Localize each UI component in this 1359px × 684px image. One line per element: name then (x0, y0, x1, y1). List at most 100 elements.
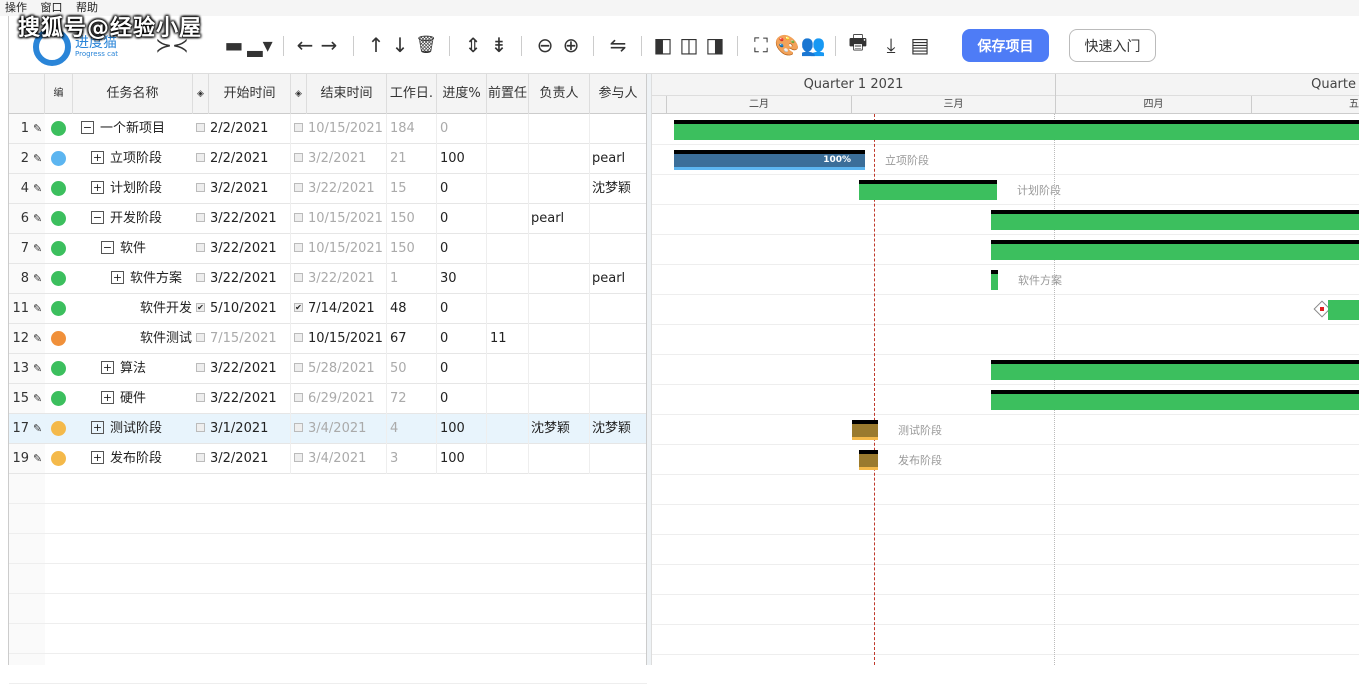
end-lock-checkbox[interactable] (294, 393, 303, 402)
end-date-cell[interactable]: 10/15/2021 (294, 204, 387, 234)
collapse-rows-icon[interactable]: ⇟ (487, 32, 511, 58)
header-owner[interactable]: 负责人 (529, 74, 590, 114)
start-date-cell[interactable]: 3/22/2021 (196, 204, 291, 234)
end-lock-checkbox[interactable] (294, 363, 303, 372)
edit-pencil-icon[interactable]: ✎ (33, 122, 42, 135)
work-days[interactable]: 184 (390, 114, 437, 144)
end-date-cell[interactable]: 3/22/2021 (294, 174, 387, 204)
expand-toggle-icon[interactable]: + (91, 151, 104, 164)
task-name-cell[interactable]: − 一个新项目 (81, 114, 193, 144)
participants[interactable]: 沈梦颖 (592, 174, 647, 204)
predecessor[interactable] (490, 294, 529, 324)
expand-toggle-icon[interactable]: + (91, 181, 104, 194)
gantt-bar-project[interactable] (674, 120, 1359, 140)
predecessor[interactable] (490, 444, 529, 474)
work-days[interactable]: 21 (390, 144, 437, 174)
work-days[interactable]: 50 (390, 354, 437, 384)
users-icon[interactable]: 👥 (801, 32, 826, 58)
header-participants[interactable]: 参与人 (590, 74, 647, 114)
header-task-name[interactable]: 任务名称 (73, 74, 193, 114)
participants[interactable]: pearl (592, 264, 647, 294)
progress-value[interactable]: 30 (440, 264, 487, 294)
work-days[interactable]: 48 (390, 294, 437, 324)
predecessor[interactable] (490, 384, 529, 414)
end-lock-checkbox[interactable] (294, 153, 303, 162)
table-row[interactable]: 13 ✎ + 算法 3/22/2021 5/28/2021 50 0 (9, 354, 647, 384)
end-date-cell[interactable]: 6/29/2021 (294, 384, 387, 414)
end-date-cell[interactable]: 10/15/2021 (294, 234, 387, 264)
outdent-icon[interactable]: ▬ (221, 32, 247, 58)
predecessor[interactable] (490, 204, 529, 234)
owner[interactable] (531, 324, 590, 354)
header-seq[interactable]: 编 (45, 74, 73, 114)
progress-value[interactable]: 0 (440, 324, 487, 354)
work-days[interactable]: 67 (390, 324, 437, 354)
owner[interactable]: 沈梦颖 (531, 414, 590, 444)
work-days[interactable]: 150 (390, 204, 437, 234)
predecessor[interactable] (490, 354, 529, 384)
end-lock-checkbox[interactable] (294, 213, 303, 222)
progress-value[interactable]: 0 (440, 174, 487, 204)
expand-toggle-icon[interactable]: − (91, 211, 104, 224)
predecessor[interactable] (490, 174, 529, 204)
arrow-up-icon[interactable]: ↑ (365, 32, 387, 58)
task-name-cell[interactable]: + 发布阶段 (91, 444, 193, 474)
start-date-cell[interactable]: ✔ 5/10/2021 (196, 294, 291, 324)
gantt-bar-kaifa[interactable] (991, 210, 1359, 230)
expand-toggle-icon[interactable]: − (101, 241, 114, 254)
start-lock-checkbox[interactable] (196, 243, 205, 252)
start-lock-checkbox[interactable] (196, 333, 205, 342)
table-row[interactable]: 2 ✎ + 立项阶段 2/2/2021 3/2/2021 21 100 pearl (9, 144, 647, 174)
edit-pencil-icon[interactable]: ✎ (33, 422, 42, 435)
start-date-cell[interactable]: 2/2/2021 (196, 114, 291, 144)
delete-icon[interactable]: 🗑 (413, 32, 439, 58)
edit-pencil-icon[interactable]: ✎ (33, 362, 42, 375)
save-project-button[interactable]: 保存项目 (962, 29, 1049, 62)
end-lock-checkbox[interactable] (294, 453, 303, 462)
owner[interactable] (531, 444, 590, 474)
predecessor[interactable] (490, 144, 529, 174)
header-start-date[interactable]: 开始时间 (209, 74, 291, 114)
task-name-cell[interactable]: − 开发阶段 (91, 204, 193, 234)
print-icon[interactable]: 🖶 (845, 30, 871, 58)
arrow-left-icon[interactable]: ← (293, 32, 317, 58)
task-name-cell[interactable]: + 硬件 (101, 384, 193, 414)
header-progress[interactable]: 进度% (437, 74, 487, 114)
work-days[interactable]: 72 (390, 384, 437, 414)
link-icon[interactable]: ⇋ (605, 32, 631, 58)
end-date-cell[interactable]: ✔ 7/14/2021 (294, 294, 387, 324)
table-row[interactable]: 7 ✎ − 软件 3/22/2021 10/15/2021 150 0 (9, 234, 647, 264)
work-days[interactable]: 150 (390, 234, 437, 264)
expand-toggle-icon[interactable]: − (81, 121, 94, 134)
layout-split-icon[interactable]: ◫ (677, 32, 701, 58)
edit-pencil-icon[interactable]: ✎ (33, 272, 42, 285)
gantt-bar-ruanjian[interactable] (991, 240, 1359, 260)
start-date-cell[interactable]: 3/22/2021 (196, 384, 291, 414)
start-lock-checkbox[interactable] (196, 183, 205, 192)
owner[interactable] (531, 264, 590, 294)
edit-pencil-icon[interactable]: ✎ (33, 392, 42, 405)
start-date-cell[interactable]: 3/22/2021 (196, 234, 291, 264)
end-date-cell[interactable]: 3/4/2021 (294, 414, 387, 444)
start-date-cell[interactable]: 3/22/2021 (196, 354, 291, 384)
participants[interactable] (592, 444, 647, 474)
table-row[interactable]: 12 ✎ 软件测试 7/15/2021 10/15/2021 67 0 11 (9, 324, 647, 354)
start-date-cell[interactable]: 3/2/2021 (196, 174, 291, 204)
header-end-flag[interactable]: ◈ (291, 74, 307, 114)
gantt-bar-jihua[interactable] (859, 180, 997, 200)
expand-rows-icon[interactable]: ⇕ (461, 32, 485, 58)
header-predecessor[interactable]: 前置任 (487, 74, 529, 114)
participants[interactable] (592, 294, 647, 324)
work-days[interactable]: 3 (390, 444, 437, 474)
owner[interactable] (531, 144, 590, 174)
predecessor[interactable] (490, 264, 529, 294)
table-row[interactable]: 11 ✎ 软件开发 ✔ 5/10/2021 ✔ 7/14/2021 48 0 (9, 294, 647, 324)
end-date-cell[interactable]: 3/2/2021 (294, 144, 387, 174)
zoom-in-icon[interactable]: ⊕ (559, 32, 583, 58)
participants[interactable] (592, 204, 647, 234)
edit-pencil-icon[interactable]: ✎ (33, 152, 42, 165)
progress-value[interactable]: 0 (440, 204, 487, 234)
gantt-bar-yingjian[interactable] (991, 390, 1359, 410)
start-lock-checkbox[interactable] (196, 123, 205, 132)
start-date-cell[interactable]: 7/15/2021 (196, 324, 291, 354)
